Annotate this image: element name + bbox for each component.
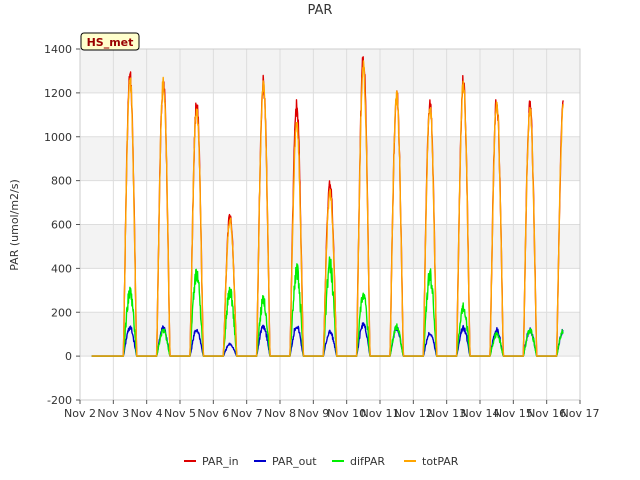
legend-label: totPAR <box>422 455 459 468</box>
y-tick-label: 1000 <box>44 131 72 144</box>
x-tick-label: Nov 17 <box>561 407 600 420</box>
y-tick-label: 1200 <box>44 87 72 100</box>
plot-band <box>80 312 580 357</box>
x-tick-label: Nov 3 <box>97 407 129 420</box>
y-tick-label: 800 <box>51 175 72 188</box>
chart-title: PAR <box>308 3 333 18</box>
x-tick-label: Nov 8 <box>264 407 296 420</box>
plot-band <box>80 136 580 181</box>
x-tick-label: Nov 2 <box>64 407 96 420</box>
legend-label: PAR_in <box>202 455 239 468</box>
y-tick-label: 0 <box>65 350 72 363</box>
legend-label: difPAR <box>350 455 385 468</box>
y-tick-label: 1400 <box>44 43 72 56</box>
y-tick-label: 400 <box>51 262 72 275</box>
hs-met-label: HS_met <box>87 36 134 49</box>
x-tick-label: Nov 6 <box>197 407 229 420</box>
plot-band <box>80 49 580 93</box>
x-tick-label: Nov 4 <box>131 407 163 420</box>
x-tick-label: Nov 7 <box>231 407 263 420</box>
hs-met-annotation: HS_met <box>80 32 140 51</box>
y-tick-label: 600 <box>51 219 72 232</box>
legend-label: PAR_out <box>272 455 317 468</box>
x-tick-label: Nov 9 <box>297 407 329 420</box>
y-tick-label: -200 <box>47 394 72 407</box>
par-chart: -200 0 200 400 600 800 1000 1200 1400 Nov 2 Nov 3… <box>0 0 640 480</box>
x-tick-label: Nov 5 <box>164 407 196 420</box>
y-tick-label: 200 <box>51 306 72 319</box>
y-axis-label: PAR (umol/m2/s) <box>8 179 21 271</box>
